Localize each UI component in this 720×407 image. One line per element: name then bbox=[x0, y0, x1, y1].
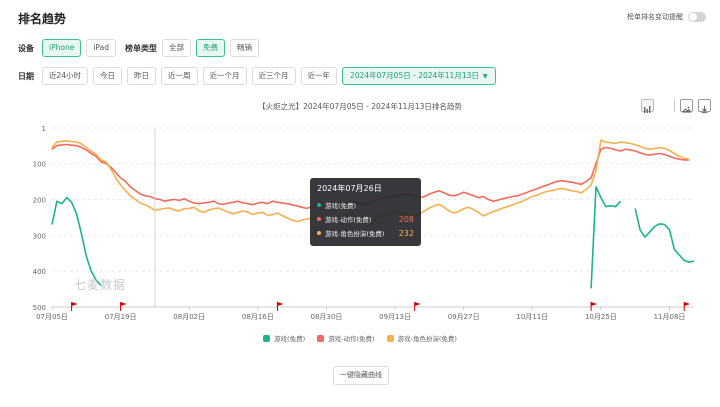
tooltip-row: 游戏(免费) bbox=[317, 198, 414, 212]
y-tick-label: 200 bbox=[33, 196, 46, 204]
event-flag-icon bbox=[71, 302, 78, 311]
tooltip-row: 游戏-动作(免费) 208 bbox=[317, 212, 414, 226]
watermark: 七麦数据 bbox=[74, 278, 127, 292]
legend-item-action[interactable]: 游戏-动作(免费) bbox=[317, 333, 375, 343]
legend-swatch bbox=[263, 334, 271, 342]
tooltip-series-name: 游戏-动作(免费) bbox=[325, 216, 372, 224]
tooltip-series-name: 游戏-角色扮演(免费) bbox=[325, 230, 385, 238]
event-flag-icon bbox=[414, 302, 421, 311]
tooltip-series-value: 208 bbox=[398, 214, 414, 224]
event-flag-icon bbox=[276, 302, 284, 311]
y-tick-label: 500 bbox=[33, 304, 46, 312]
x-tick-label: 07月05日 bbox=[36, 313, 68, 321]
legend-item-game[interactable]: 游戏(免费) bbox=[263, 333, 305, 343]
tooltip-series-value: 232 bbox=[398, 228, 414, 238]
event-flag-icon bbox=[590, 302, 598, 311]
series-dot-icon bbox=[317, 231, 321, 235]
legend-label: 游戏-角色扮演(免费) bbox=[397, 335, 457, 343]
series-dot-icon bbox=[317, 203, 321, 207]
legend-swatch bbox=[317, 334, 325, 342]
series-dot-icon bbox=[317, 217, 321, 221]
series-line-0 bbox=[51, 196, 102, 287]
x-tick-label: 10月11日 bbox=[516, 313, 548, 321]
hide-all-lines-button[interactable]: 一键隐藏曲线 bbox=[333, 366, 389, 385]
x-tick-label: 11月08日 bbox=[654, 313, 686, 321]
tooltip-series-name: 游戏(免费) bbox=[325, 202, 357, 210]
y-tick-label: 400 bbox=[33, 268, 46, 276]
event-flag-icon bbox=[683, 302, 691, 311]
y-tick-label: 1 bbox=[42, 125, 46, 133]
x-tick-label: 08月16日 bbox=[242, 313, 274, 321]
x-tick-label: 08月30日 bbox=[311, 313, 343, 321]
x-tick-label: 10月25日 bbox=[585, 313, 617, 321]
series-line-0 bbox=[590, 186, 622, 289]
x-tick-label: 08月02日 bbox=[173, 313, 205, 321]
legend-label: 游戏(免费) bbox=[274, 335, 306, 343]
chart-legend: 游戏(免费) 游戏-动作(免费) 游戏-角色扮演(免费) bbox=[0, 333, 720, 343]
event-flag-icon bbox=[120, 302, 127, 311]
legend-swatch bbox=[386, 334, 394, 342]
x-tick-label: 07月19日 bbox=[105, 313, 137, 321]
tooltip-date: 2024年07月26日 bbox=[317, 184, 382, 193]
x-tick-label: 09月27日 bbox=[448, 313, 480, 321]
y-tick-label: 300 bbox=[33, 232, 46, 240]
y-tick-label: 100 bbox=[33, 161, 46, 169]
chart-tooltip: 2024年07月26日 游戏(免费) 游戏-动作(免费) 208 游戏-角色扮演(… bbox=[310, 178, 421, 246]
legend-label: 游戏-动作(免费) bbox=[328, 335, 375, 343]
tooltip-row: 游戏-角色扮演(免费) 232 bbox=[317, 226, 414, 240]
legend-item-rpg[interactable]: 游戏-角色扮演(免费) bbox=[386, 333, 457, 343]
x-tick-label: 09月13日 bbox=[379, 313, 411, 321]
